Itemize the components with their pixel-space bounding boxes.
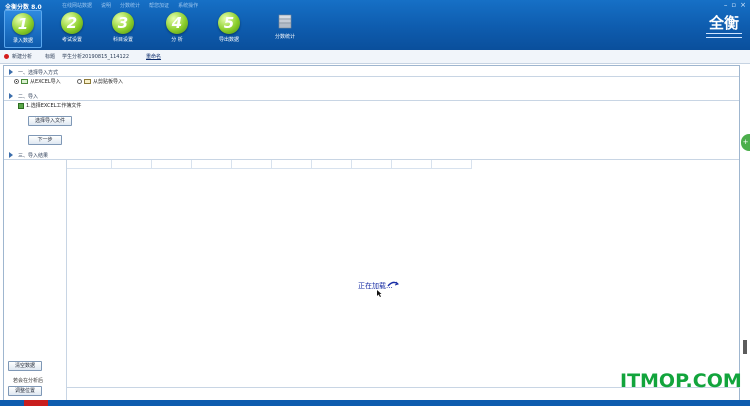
tool-analysis[interactable]: 4 分 析 bbox=[158, 10, 196, 48]
grid-header-cell[interactable] bbox=[192, 160, 232, 169]
status-indicator bbox=[24, 400, 48, 406]
excel-file-icon bbox=[18, 102, 24, 109]
tool-exam-settings[interactable]: 2 考试设置 bbox=[53, 10, 91, 48]
result-grid[interactable]: 正在加载... bbox=[66, 160, 740, 401]
side-pin-button[interactable]: + bbox=[741, 134, 750, 151]
grid-header-cell[interactable] bbox=[312, 160, 352, 169]
menu-item-help[interactable]: 说明 bbox=[101, 2, 111, 9]
main-toolbar: 1 录入数据 2 考试设置 3 科目设置 4 分 析 5 导出数据 分数统计 bbox=[0, 10, 330, 48]
step-3-icon: 3 bbox=[112, 12, 134, 34]
section-title: 三、导入结果 bbox=[18, 153, 49, 159]
choose-file-button[interactable]: 选择导入文件 bbox=[28, 116, 72, 126]
step-2-icon: 2 bbox=[61, 12, 83, 34]
expand-arrow-icon bbox=[9, 152, 13, 158]
radio-clipboard[interactable] bbox=[77, 79, 82, 84]
file-step-text: 1.选择EXCEL工作簿文件 bbox=[26, 103, 82, 109]
expand-arrow-icon bbox=[9, 69, 13, 75]
tool-label: 导出数据 bbox=[218, 37, 239, 43]
maximize-button[interactable]: ▫ bbox=[731, 1, 736, 9]
grid-header-cell[interactable] bbox=[432, 160, 472, 169]
adjust-position-button[interactable]: 调整位置 bbox=[8, 386, 42, 396]
section-import-method[interactable]: 一、选择导入方式 bbox=[4, 68, 739, 77]
main-panel: 一、选择导入方式 从EXCEL导入 从剪贴板导入 二、导入 1.选择EXCEL工… bbox=[3, 65, 740, 401]
cursor-icon bbox=[377, 290, 382, 297]
section-import-result[interactable]: 三、导入结果 bbox=[4, 151, 739, 160]
menu-item-system[interactable]: 系统操作 bbox=[178, 2, 198, 9]
radio-excel[interactable] bbox=[14, 79, 19, 84]
loading-spinner-icon bbox=[387, 281, 399, 287]
expand-arrow-icon bbox=[9, 93, 13, 99]
section-title: 二、导入 bbox=[18, 94, 39, 100]
grid-header-cell[interactable] bbox=[272, 160, 312, 169]
clipboard-icon bbox=[84, 79, 91, 84]
status-bar bbox=[0, 400, 750, 406]
grid-header-cell[interactable] bbox=[232, 160, 272, 169]
grid-header-cell[interactable] bbox=[392, 160, 432, 169]
next-step-button[interactable]: 下一步 bbox=[28, 135, 62, 145]
file-step-label: 1.选择EXCEL工作簿文件 bbox=[18, 102, 81, 109]
menu-item-stats[interactable]: 分数统计 bbox=[120, 2, 140, 9]
breadcrumb-title: 标题 bbox=[45, 54, 56, 60]
breadcrumb-analysis-name: 学生分析20190815_114122 bbox=[62, 54, 130, 60]
header-bar: 全衡分数 8.0 在线网站数据 说明 分数统计 帮您加证 系统操作 – ▫ × … bbox=[0, 0, 750, 50]
tool-label: 录入数据 bbox=[12, 38, 33, 44]
tool-score-statistics[interactable]: 分数统计 bbox=[266, 10, 304, 48]
tool-label: 考试设置 bbox=[61, 37, 82, 43]
rename-link[interactable]: 重命名 bbox=[146, 53, 161, 60]
option-excel-label: 从EXCEL导入 bbox=[30, 79, 61, 85]
scrollbar-thumb[interactable] bbox=[743, 340, 747, 354]
grid-header-cell[interactable] bbox=[112, 160, 152, 169]
section-import[interactable]: 二、导入 bbox=[4, 92, 739, 101]
option-clipboard[interactable]: 从剪贴板导入 bbox=[77, 78, 123, 85]
option-clipboard-label: 从剪贴板导入 bbox=[93, 79, 124, 85]
stack-icon bbox=[278, 14, 292, 29]
brand-logo: 全衡 bbox=[704, 14, 744, 44]
minimize-button[interactable]: – bbox=[724, 1, 728, 9]
top-menu: 在线网站数据 说明 分数统计 帮您加证 系统操作 bbox=[62, 2, 198, 9]
watermark: ITMOP.COM bbox=[620, 370, 742, 392]
grid-header-cell[interactable] bbox=[67, 160, 112, 169]
step-1-icon: 1 bbox=[12, 13, 34, 35]
menu-item-online[interactable]: 在线网站数据 bbox=[62, 2, 92, 9]
grid-header-cell[interactable] bbox=[352, 160, 392, 169]
window-controls: – ▫ × bbox=[724, 1, 746, 9]
step-5-icon: 5 bbox=[218, 12, 240, 34]
tool-export-data[interactable]: 5 导出数据 bbox=[210, 10, 248, 48]
excel-icon bbox=[21, 79, 28, 84]
tool-subject-settings[interactable]: 3 科目设置 bbox=[104, 10, 142, 48]
tool-label: 分数统计 bbox=[274, 34, 295, 40]
app-window: 全衡分数 8.0 在线网站数据 说明 分数统计 帮您加证 系统操作 – ▫ × … bbox=[0, 0, 750, 406]
divider bbox=[4, 76, 739, 77]
grid-header-cell[interactable] bbox=[152, 160, 192, 169]
breadcrumb-new-analysis[interactable]: 新建分析 bbox=[12, 53, 32, 60]
tool-label: 分 析 bbox=[171, 37, 183, 43]
step-4-icon: 4 bbox=[166, 12, 188, 34]
logo-text: 全衡 bbox=[708, 14, 739, 32]
divider bbox=[4, 100, 739, 101]
logo-underline bbox=[706, 33, 742, 38]
option-excel[interactable]: 从EXCEL导入 bbox=[14, 78, 61, 85]
close-button[interactable]: × bbox=[740, 1, 746, 9]
section-title: 一、选择导入方式 bbox=[18, 70, 59, 76]
tool-enter-data[interactable]: 1 录入数据 bbox=[4, 10, 42, 48]
clear-data-button[interactable]: 清空数据 bbox=[8, 361, 42, 371]
breadcrumb: 新建分析 标题 学生分析20190815_114122 重命名 bbox=[0, 50, 750, 64]
left-note: 若会在分析后 bbox=[13, 378, 44, 384]
tool-label: 科目设置 bbox=[112, 37, 133, 43]
menu-item-cert[interactable]: 帮您加证 bbox=[149, 2, 169, 9]
record-dot-icon bbox=[4, 54, 9, 59]
